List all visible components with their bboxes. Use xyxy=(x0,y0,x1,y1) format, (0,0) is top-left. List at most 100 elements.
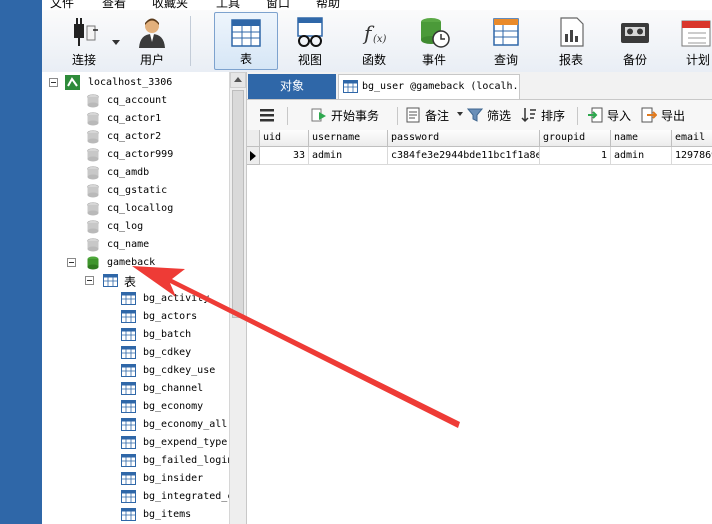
tree-table-label: bg_activity xyxy=(143,293,210,304)
tree-table-item[interactable]: bg_activity xyxy=(42,290,242,308)
backup-button[interactable]: 备份 xyxy=(605,12,665,70)
query-label: 查询 xyxy=(493,53,518,67)
sort-icon xyxy=(521,108,536,123)
column-header-uid[interactable]: uid xyxy=(260,130,309,147)
tree-table-item[interactable]: bg_items xyxy=(42,506,242,524)
query-button[interactable]: 查询 xyxy=(476,12,536,70)
tree-table-label: bg_actors xyxy=(143,311,198,322)
table-icon xyxy=(121,490,136,503)
tree-database-label: cq_log xyxy=(107,221,144,232)
menu-favorites[interactable]: 收藏夹 xyxy=(152,0,188,10)
sort-button[interactable]: 排序 xyxy=(521,106,567,124)
connect-button[interactable]: 连接 xyxy=(54,12,114,70)
filter-button[interactable]: 筛选 xyxy=(467,106,513,124)
collapse-icon[interactable] xyxy=(49,78,58,87)
tree-tables-label: 表 xyxy=(124,275,137,289)
table-icon xyxy=(121,382,136,395)
tree-database-item[interactable]: cq_actor1 xyxy=(42,110,242,128)
column-header-groupid[interactable]: groupid xyxy=(540,130,611,147)
function-button[interactable]: f (x) 函数 xyxy=(344,12,404,70)
collapse-icon[interactable] xyxy=(85,276,94,285)
menu-window[interactable]: 窗口 xyxy=(266,0,290,10)
tree-table-item[interactable]: bg_failed_login xyxy=(42,452,242,470)
transaction-icon xyxy=(311,108,326,122)
menu-tools[interactable]: 工具 xyxy=(216,0,240,10)
tree-database-gameback[interactable]: gameback xyxy=(42,254,242,272)
filter-icon xyxy=(467,108,483,122)
tree-database-item[interactable]: cq_log xyxy=(42,218,242,236)
tree-table-item[interactable]: bg_batch xyxy=(42,326,242,344)
database-open-icon xyxy=(87,256,99,270)
tree-table-label: bg_batch xyxy=(143,329,192,340)
cell-username[interactable]: admin xyxy=(309,147,388,165)
tree-database-label: cq_locallog xyxy=(107,203,174,214)
cell-password[interactable]: c384fe3e2944bde11bc1f1a8e xyxy=(388,147,540,165)
export-button[interactable]: 导出 xyxy=(641,106,691,124)
tree-table-label: bg_channel xyxy=(143,383,204,394)
begin-transaction-button[interactable]: 开始事务 xyxy=(311,106,391,124)
tree-database-item[interactable]: cq_account xyxy=(42,92,242,110)
view-label: 视图 xyxy=(297,53,322,67)
database-icon xyxy=(87,112,99,126)
tree-database-item[interactable]: cq_name xyxy=(42,236,242,254)
tree-connection[interactable]: localhost_3306 xyxy=(42,74,242,92)
event-icon xyxy=(421,18,450,48)
cell-name[interactable]: admin xyxy=(611,147,672,165)
tree-database-item[interactable]: cq_actor2 xyxy=(42,128,242,146)
menu-button[interactable] xyxy=(259,106,279,124)
tree-table-item[interactable]: bg_cdkey xyxy=(42,344,242,362)
collapse-icon[interactable] xyxy=(67,258,76,267)
tree-database-item[interactable]: cq_gstatic xyxy=(42,182,242,200)
tree-database-item[interactable]: cq_locallog xyxy=(42,200,242,218)
schedule-button[interactable]: 计划 xyxy=(670,12,712,70)
tree-database-label: cq_amdb xyxy=(107,167,150,178)
begin-transaction-label: 开始事务 xyxy=(331,109,380,123)
tree-table-item[interactable]: bg_economy xyxy=(42,398,242,416)
table-button[interactable]: 表 xyxy=(214,12,278,70)
column-header-name[interactable]: name xyxy=(611,130,672,147)
scroll-up-button[interactable] xyxy=(230,72,246,88)
database-icon xyxy=(87,220,99,234)
tree-database-item[interactable]: cq_actor999 xyxy=(42,146,242,164)
cell-email[interactable]: 1297869 xyxy=(672,147,712,165)
tree-table-item[interactable]: bg_channel xyxy=(42,380,242,398)
tree-table-label: bg_failed_login xyxy=(143,455,234,466)
tree-table-item[interactable]: bg_economy_all xyxy=(42,416,242,434)
import-button[interactable]: 导入 xyxy=(587,106,635,124)
tree-tables-node[interactable]: 表 xyxy=(42,272,242,290)
event-button[interactable]: 事件 xyxy=(404,12,464,70)
tree-table-item[interactable]: bg_expend_type xyxy=(42,434,242,452)
connect-dropdown-icon[interactable] xyxy=(112,40,120,46)
column-header-username[interactable]: username xyxy=(309,130,388,147)
table-icon xyxy=(121,292,136,305)
view-button[interactable]: 视图 xyxy=(280,12,340,70)
column-header-email[interactable]: email xyxy=(672,130,712,147)
menu-help[interactable]: 帮助 xyxy=(316,0,340,10)
cell-uid[interactable]: 33 xyxy=(260,147,309,165)
tree-scrollbar[interactable] xyxy=(229,72,246,524)
cell-groupid[interactable]: 1 xyxy=(540,147,611,165)
tree-table-item[interactable]: bg_actors xyxy=(42,308,242,326)
tab-bar: 对象 bg_user @gameback (localh... xyxy=(247,72,712,100)
menu-view[interactable]: 查看 xyxy=(102,0,126,10)
table-icon xyxy=(121,346,136,359)
scroll-thumb[interactable] xyxy=(232,90,244,318)
row-indicator[interactable] xyxy=(247,147,260,165)
database-icon xyxy=(87,166,99,180)
tree-table-item[interactable]: bg_cdkey_use xyxy=(42,362,242,380)
tab-table-bg-user[interactable]: bg_user @gameback (localh... xyxy=(338,74,520,99)
memo-button[interactable]: 备注 xyxy=(405,106,465,124)
tree-table-item[interactable]: bg_insider xyxy=(42,470,242,488)
column-header-password[interactable]: password xyxy=(388,130,540,147)
user-button[interactable]: 用户 xyxy=(122,12,182,70)
chevron-down-icon xyxy=(457,112,463,116)
tree-table-label: bg_economy xyxy=(143,401,204,412)
report-button[interactable]: 报表 xyxy=(541,12,601,70)
tree-table-label: bg_cdkey xyxy=(143,347,192,358)
database-icon xyxy=(87,202,99,216)
tree-database-item[interactable]: cq_amdb xyxy=(42,164,242,182)
tree-table-item[interactable]: bg_integrated_c xyxy=(42,488,242,506)
toolbar-separator xyxy=(577,107,578,125)
menu-file[interactable]: 文件 xyxy=(50,0,74,10)
tab-objects[interactable]: 对象 xyxy=(248,74,336,99)
